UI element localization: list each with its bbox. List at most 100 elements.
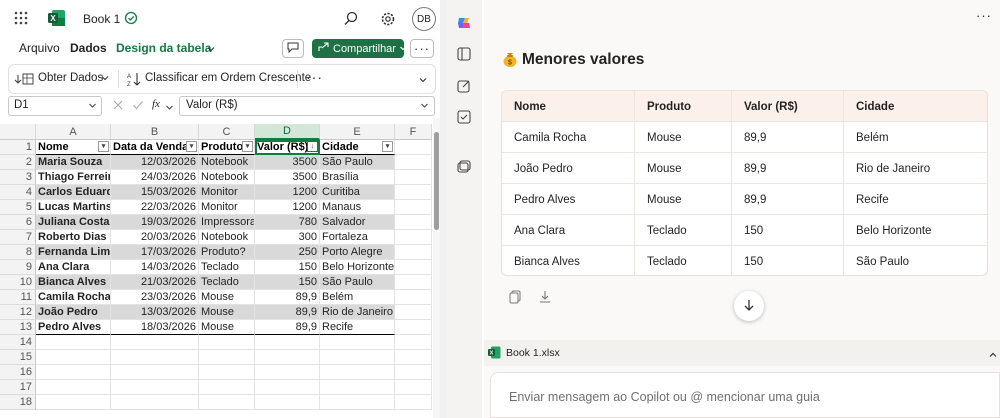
table-cell[interactable]: Mouse xyxy=(199,290,255,305)
empty-cell[interactable] xyxy=(395,260,432,275)
tab-design-da-tabela[interactable]: Design da tabela xyxy=(116,41,211,55)
row-header-1[interactable]: 1 xyxy=(0,140,36,155)
row-header-6[interactable]: 6 xyxy=(0,215,36,230)
row-header-9[interactable]: 9 xyxy=(0,260,36,275)
table-cell[interactable]: Teclado xyxy=(199,275,255,290)
copilot-logo-icon[interactable] xyxy=(456,15,472,31)
table-cell[interactable]: Lucas Martins xyxy=(36,200,111,215)
enter-icon[interactable] xyxy=(132,99,144,111)
table-cell[interactable]: Pedro Alves xyxy=(36,320,111,335)
empty-cell[interactable] xyxy=(395,230,432,245)
comments-button[interactable] xyxy=(282,39,304,58)
table-cell[interactable]: 20/03/2026 xyxy=(111,230,199,245)
empty-cell[interactable] xyxy=(395,395,432,410)
empty-cell[interactable] xyxy=(36,335,111,350)
empty-cell[interactable] xyxy=(320,350,395,365)
empty-cell[interactable] xyxy=(255,395,320,410)
empty-cell[interactable] xyxy=(111,380,199,395)
table-cell[interactable]: Produto? xyxy=(199,245,255,260)
table-cell[interactable]: São Paulo xyxy=(320,275,395,290)
table-cell[interactable]: 14/03/2026 xyxy=(111,260,199,275)
select-all-corner[interactable] xyxy=(0,124,36,140)
table-cell[interactable]: Camila Rocha xyxy=(36,290,111,305)
table-cell[interactable]: 3500 xyxy=(255,155,320,170)
tasks-icon[interactable] xyxy=(457,110,471,124)
table-cell[interactable]: Porto Alegre xyxy=(320,245,395,260)
empty-cell[interactable] xyxy=(395,305,432,320)
column-header-e[interactable]: E xyxy=(320,124,395,140)
filter-dropdown-icon[interactable]: ▾ xyxy=(382,141,393,152)
row-header-12[interactable]: 12 xyxy=(0,305,36,320)
spreadsheet-grid[interactable]: A B C D E F 1 Nome ▾ Data da Venda ▾ Produto ▾ Valor … xyxy=(0,124,432,418)
empty-cell[interactable] xyxy=(395,200,432,215)
table-cell[interactable]: Fortaleza xyxy=(320,230,395,245)
empty-cell[interactable] xyxy=(395,335,432,350)
tab-dados[interactable]: Dados xyxy=(70,41,107,55)
table-cell[interactable]: Manaus xyxy=(320,200,395,215)
table-cell[interactable]: Belém xyxy=(320,290,395,305)
column-header-f[interactable]: F xyxy=(395,124,432,140)
empty-cell[interactable] xyxy=(255,380,320,395)
empty-cell[interactable] xyxy=(36,395,111,410)
row-header-5[interactable]: 5 xyxy=(0,200,36,215)
row-header-11[interactable]: 11 xyxy=(0,290,36,305)
empty-cell[interactable] xyxy=(199,365,255,380)
empty-cell[interactable] xyxy=(36,380,111,395)
empty-cell[interactable] xyxy=(395,170,432,185)
column-header-d[interactable]: D xyxy=(255,124,320,140)
library-icon[interactable] xyxy=(457,160,471,174)
column-header-b[interactable]: B xyxy=(111,124,199,140)
more-options-icon[interactable]: ··· xyxy=(410,39,434,58)
empty-cell[interactable] xyxy=(320,335,395,350)
table-cell[interactable]: Rio de Janeiro xyxy=(320,305,395,320)
table-cell[interactable]: Brasília xyxy=(320,170,395,185)
row-header-16[interactable]: 16 xyxy=(0,365,36,380)
row-header-7[interactable]: 7 xyxy=(0,230,36,245)
table-cell[interactable]: 89,9 xyxy=(255,320,320,335)
empty-cell[interactable] xyxy=(36,365,111,380)
table-cell[interactable]: Mouse xyxy=(199,320,255,335)
table-cell[interactable]: Roberto Dias xyxy=(36,230,111,245)
table-cell[interactable]: 3500 xyxy=(255,170,320,185)
table-cell[interactable]: Juliana Costa xyxy=(36,215,111,230)
table-cell[interactable]: Mouse xyxy=(199,305,255,320)
empty-cell[interactable] xyxy=(395,350,432,365)
table-cell[interactable]: 23/03/2026 xyxy=(111,290,199,305)
table-cell[interactable]: Notebook xyxy=(199,170,255,185)
table-cell[interactable]: 780 xyxy=(255,215,320,230)
table-cell[interactable]: São Paulo xyxy=(320,155,395,170)
table-cell[interactable]: Salvador xyxy=(320,215,395,230)
empty-cell[interactable] xyxy=(199,335,255,350)
settings-icon[interactable] xyxy=(380,11,396,27)
row-header-14[interactable]: 14 xyxy=(0,335,36,350)
table-cell[interactable]: Maria Souza xyxy=(36,155,111,170)
filter-dropdown-icon[interactable]: ▾ xyxy=(98,141,109,152)
attachment-name[interactable]: Book 1.xlsx xyxy=(506,347,560,359)
scrollbar-thumb[interactable] xyxy=(434,132,439,230)
apps-grid-icon[interactable] xyxy=(12,9,30,27)
table-cell[interactable]: Monitor xyxy=(199,185,255,200)
table-cell[interactable]: 150 xyxy=(255,260,320,275)
table-cell[interactable]: João Pedro xyxy=(36,305,111,320)
copilot-message-input[interactable]: Enviar mensagem ao Copilot ou @ menciona… xyxy=(490,372,1000,418)
new-chat-icon[interactable] xyxy=(457,79,471,93)
table-cell[interactable]: 300 xyxy=(255,230,320,245)
get-data-button[interactable]: Obter Dados xyxy=(38,72,103,84)
empty-cell[interactable] xyxy=(111,395,199,410)
empty-cell[interactable] xyxy=(199,380,255,395)
sidebar-toggle-icon[interactable] xyxy=(457,47,471,61)
table-header-cell[interactable]: Valor (R$) ↓ xyxy=(255,140,320,155)
table-cell[interactable]: 1200 xyxy=(255,185,320,200)
empty-cell[interactable] xyxy=(395,155,432,170)
empty-cell[interactable] xyxy=(395,245,432,260)
table-cell[interactable]: Impressora xyxy=(199,215,255,230)
empty-cell[interactable] xyxy=(255,350,320,365)
table-cell[interactable]: 17/03/2026 xyxy=(111,245,199,260)
column-header-c[interactable]: C xyxy=(199,124,255,140)
row-header-15[interactable]: 15 xyxy=(0,350,36,365)
copilot-more-icon[interactable]: ··· xyxy=(976,8,992,23)
table-cell[interactable]: Recife xyxy=(320,320,395,335)
table-cell[interactable]: 22/03/2026 xyxy=(111,200,199,215)
table-cell[interactable]: 12/03/2026 xyxy=(111,155,199,170)
row-header-13[interactable]: 13 xyxy=(0,320,36,335)
